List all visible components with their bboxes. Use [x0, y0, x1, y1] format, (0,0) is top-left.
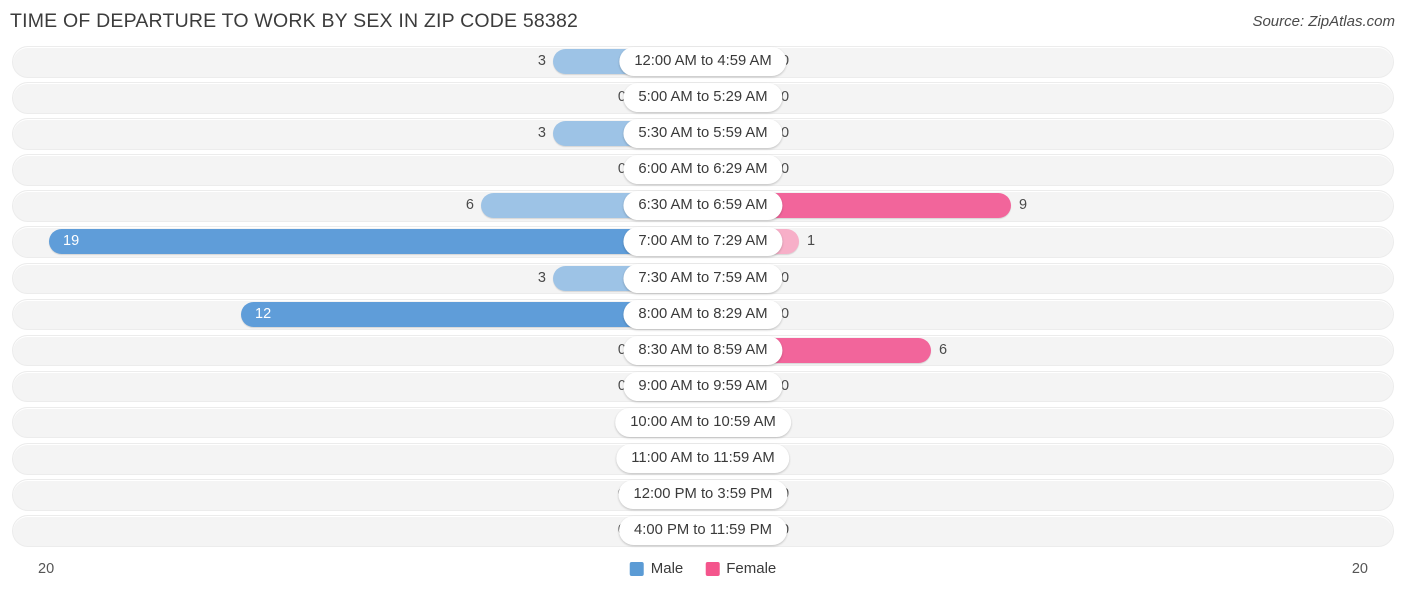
category-label: 4:00 PM to 11:59 PM — [619, 516, 787, 546]
axis-right-max-label: 20 — [1351, 561, 1368, 577]
male-half: 0 — [12, 409, 703, 435]
chart-row: 0 0 5:00 AM to 5:29 AM — [0, 82, 1406, 114]
chart-row: 0012:00 PM to 3:59 PM — [0, 479, 1406, 511]
category-label: 6:00 AM to 6:29 AM — [623, 155, 783, 185]
female-half: 0 — [703, 49, 1394, 74]
male-half: 6 — [12, 193, 703, 219]
male-value-label: 6 — [465, 197, 474, 214]
category-label: 11:00 AM to 11:59 AM — [616, 444, 790, 474]
category-label: 8:00 AM to 8:29 AM — [623, 299, 783, 329]
male-half: 0 — [12, 157, 703, 183]
chart-row: 3 0 5:30 AM to 5:59 AM — [0, 118, 1406, 150]
female-value-label: 9 — [1019, 197, 1028, 214]
chart-row: 0 0 9:00 AM to 9:59 AM — [0, 370, 1406, 403]
female-half: 0 — [703, 121, 1394, 147]
legend-label-female: Female — [726, 560, 777, 577]
chart-row: 6 9 6:30 AM to 6:59 AM — [0, 190, 1406, 222]
chart-row: 0010:00 AM to 10:59 AM — [0, 406, 1406, 439]
female-half: 0 — [703, 518, 1394, 544]
chart-row: 0011:00 AM to 11:59 AM — [0, 443, 1406, 475]
female-half: 6 — [703, 337, 1394, 363]
category-label: 7:00 AM to 7:29 AM — [623, 227, 783, 257]
chart-row: 0 0 6:00 AM to 6:29 AM — [0, 154, 1406, 186]
female-half: 1 — [703, 229, 1394, 255]
female-half: 9 — [703, 193, 1394, 219]
category-label: 10:00 AM to 10:59 AM — [615, 407, 791, 437]
legend-item-male[interactable]: Male — [629, 560, 684, 577]
female-half: 0 — [703, 446, 1394, 472]
category-label: 5:30 AM to 5:59 AM — [623, 119, 783, 149]
category-label: 9:00 AM to 9:59 AM — [623, 371, 783, 401]
female-half: 0 — [703, 482, 1394, 508]
male-bar[interactable]: 19 — [49, 229, 703, 255]
male-half: 19 — [12, 229, 703, 255]
male-value-label: 3 — [537, 269, 546, 286]
category-label: 6:30 AM to 6:59 AM — [623, 191, 783, 221]
male-value-label: 19 — [63, 233, 80, 250]
male-value-label: 3 — [537, 125, 546, 142]
category-label: 8:30 AM to 8:59 AM — [623, 335, 783, 365]
category-label: 12:00 AM to 4:59 AM — [619, 47, 787, 76]
chart-row: 12 0 8:00 AM to 8:29 AM — [0, 298, 1406, 331]
female-half: 0 — [703, 265, 1394, 291]
female-value-label: 1 — [807, 233, 816, 250]
chart-legend: Male Female — [629, 560, 776, 577]
female-half: 0 — [703, 373, 1394, 399]
female-half: 0 — [703, 157, 1394, 183]
male-half: 3 — [12, 121, 703, 147]
source-attribution: Source: ZipAtlas.com — [1252, 13, 1395, 30]
female-half: 0 — [703, 301, 1394, 327]
male-half: 3 — [12, 49, 703, 74]
male-half: 0 — [12, 337, 703, 363]
legend-swatch-male-icon — [629, 561, 644, 576]
category-label: 5:00 AM to 5:29 AM — [623, 83, 783, 113]
male-half: 3 — [12, 265, 703, 291]
legend-swatch-female-icon — [705, 561, 720, 576]
chart-footer: 20 20 Male Female — [0, 552, 1406, 595]
male-value-label: 3 — [537, 53, 546, 69]
legend-item-female[interactable]: Female — [705, 560, 776, 577]
male-half: 12 — [12, 301, 703, 327]
chart-plot-area: 3012:00 AM to 4:59 AM005:00 AM to 5:29 A… — [0, 46, 1406, 551]
category-label: 12:00 PM to 3:59 PM — [618, 480, 788, 510]
male-half: 0 — [12, 85, 703, 111]
male-half: 0 — [12, 446, 703, 472]
male-half: 0 — [12, 482, 703, 508]
chart-row: 0 6 8:30 AM to 8:59 AM — [0, 334, 1406, 367]
female-value-label: 6 — [939, 341, 948, 358]
page-title: TIME OF DEPARTURE TO WORK BY SEX IN ZIP … — [10, 10, 579, 32]
category-label: 7:30 AM to 7:59 AM — [623, 263, 783, 293]
female-half: 0 — [703, 85, 1394, 111]
male-half: 0 — [12, 518, 703, 544]
chart-row: 004:00 PM to 11:59 PM — [0, 515, 1406, 547]
chart-row: 3 012:00 AM to 4:59 AM — [0, 46, 1406, 78]
chart-row: 19 1 7:00 AM to 7:29 AM — [0, 226, 1406, 258]
chart-header: TIME OF DEPARTURE TO WORK BY SEX IN ZIP … — [0, 0, 1406, 44]
axis-left-max-label: 20 — [38, 561, 55, 577]
male-value-label: 12 — [255, 305, 272, 322]
female-half: 0 — [703, 409, 1394, 435]
male-half: 0 — [12, 373, 703, 399]
chart-row: 3 0 7:30 AM to 7:59 AM — [0, 262, 1406, 295]
legend-label-male: Male — [650, 560, 684, 577]
